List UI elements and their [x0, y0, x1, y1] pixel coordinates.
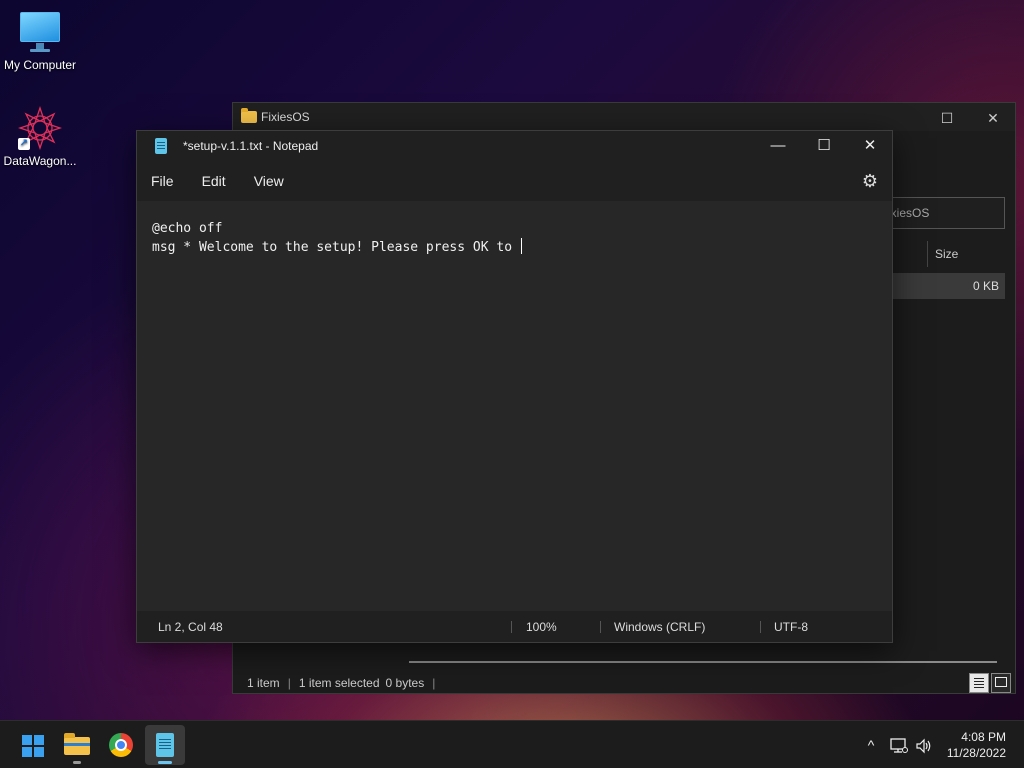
column-header-size[interactable]: Size: [927, 241, 1007, 267]
menu-file[interactable]: File: [151, 167, 174, 195]
show-hidden-icons-chevron-up-icon[interactable]: ^: [860, 721, 882, 768]
menu-view[interactable]: View: [254, 167, 284, 195]
notepad-menubar: File Edit View ⚙: [137, 161, 892, 201]
status-separator: |: [432, 676, 436, 690]
notepad-titlebar[interactable]: *setup-v.1.1.txt - Notepad — ☐ ✕: [137, 131, 892, 161]
taskbar-clock[interactable]: 4:08 PM 11/28/2022: [947, 729, 1006, 761]
notepad-title: *setup-v.1.1.txt - Notepad: [183, 139, 319, 153]
editor-line-1: @echo off: [152, 221, 223, 236]
clock-time: 4:08 PM: [961, 730, 1006, 744]
start-button[interactable]: [12, 725, 52, 765]
file-row[interactable]: 0 KB: [881, 273, 1005, 299]
details-view-icon: [974, 678, 984, 688]
tiles-view-button[interactable]: [991, 673, 1011, 693]
status-encoding[interactable]: UTF-8: [774, 611, 808, 643]
taskbar: ^ 4:08 PM 11/28/2022: [0, 720, 1024, 768]
notepad-icon: [155, 138, 167, 154]
maximize-button[interactable]: ☐: [801, 131, 847, 161]
active-indicator: [158, 761, 172, 764]
datawagon-icon: ↗: [17, 105, 63, 151]
tiles-view-icon: [995, 677, 1007, 687]
status-selected-count: 1 item selected: [298, 676, 380, 690]
status-selected-size: 0 bytes: [385, 676, 425, 690]
clock-date: 11/28/2022: [946, 746, 1006, 760]
explorer-titlebar[interactable]: FixiesOS: [233, 103, 1015, 131]
desktop-icon-datawagon[interactable]: ↗ DataWagon...: [0, 105, 80, 168]
settings-gear-icon[interactable]: ⚙: [862, 171, 878, 192]
taskbar-notepad[interactable]: [145, 725, 185, 765]
close-button[interactable]: ✕: [847, 131, 893, 161]
network-icon[interactable]: [886, 721, 912, 768]
file-explorer-icon: [64, 733, 90, 755]
menu-edit[interactable]: Edit: [202, 167, 226, 195]
explorer-close-button[interactable]: ✕: [973, 107, 1013, 129]
folder-icon: [241, 108, 257, 123]
status-divider: [511, 621, 512, 633]
chrome-icon: [109, 733, 133, 757]
editor-line-2-text: msg * Welcome to the setup! Please press…: [152, 240, 520, 255]
editor-line-2: msg * Welcome to the setup! Please press…: [152, 238, 877, 257]
text-caret: [520, 238, 522, 254]
shortcut-arrow-icon: ↗: [18, 138, 30, 150]
status-divider: [600, 621, 601, 633]
status-item-count: 1 item: [247, 676, 280, 690]
minimize-button[interactable]: —: [755, 131, 801, 161]
notepad-status-bar: Ln 2, Col 48 100% Windows (CRLF) UTF-8: [137, 611, 892, 642]
computer-icon: [18, 10, 62, 54]
status-line-endings[interactable]: Windows (CRLF): [614, 611, 705, 643]
explorer-search-input[interactable]: ixiesOS: [881, 197, 1005, 229]
desktop-icon-label: My Computer: [3, 58, 77, 72]
details-view-button[interactable]: [969, 673, 989, 693]
status-cursor-position: Ln 2, Col 48: [158, 620, 223, 634]
notepad-window[interactable]: *setup-v.1.1.txt - Notepad — ☐ ✕ File Ed…: [136, 130, 893, 643]
desktop-icon-label: DataWagon...: [3, 154, 77, 168]
file-size: 0 KB: [972, 279, 999, 293]
notepad-icon: [156, 733, 174, 757]
horizontal-scrollbar[interactable]: [409, 661, 997, 663]
start-icon: [22, 735, 44, 757]
text-editor-area[interactable]: @echo off msg * Welcome to the setup! Ple…: [137, 201, 892, 611]
status-divider: [760, 621, 761, 633]
explorer-status-bar: 1 item | 1 item selected 0 bytes |: [233, 671, 1015, 695]
explorer-title: FixiesOS: [261, 110, 310, 124]
taskbar-file-explorer[interactable]: [57, 725, 97, 765]
status-zoom[interactable]: 100%: [526, 611, 557, 643]
volume-icon[interactable]: [912, 721, 936, 768]
status-separator: |: [287, 676, 291, 690]
desktop-icon-my-computer[interactable]: My Computer: [0, 10, 80, 72]
taskbar-chrome[interactable]: [101, 725, 141, 765]
explorer-maximize-button[interactable]: ☐: [927, 107, 967, 129]
running-indicator: [73, 761, 81, 764]
